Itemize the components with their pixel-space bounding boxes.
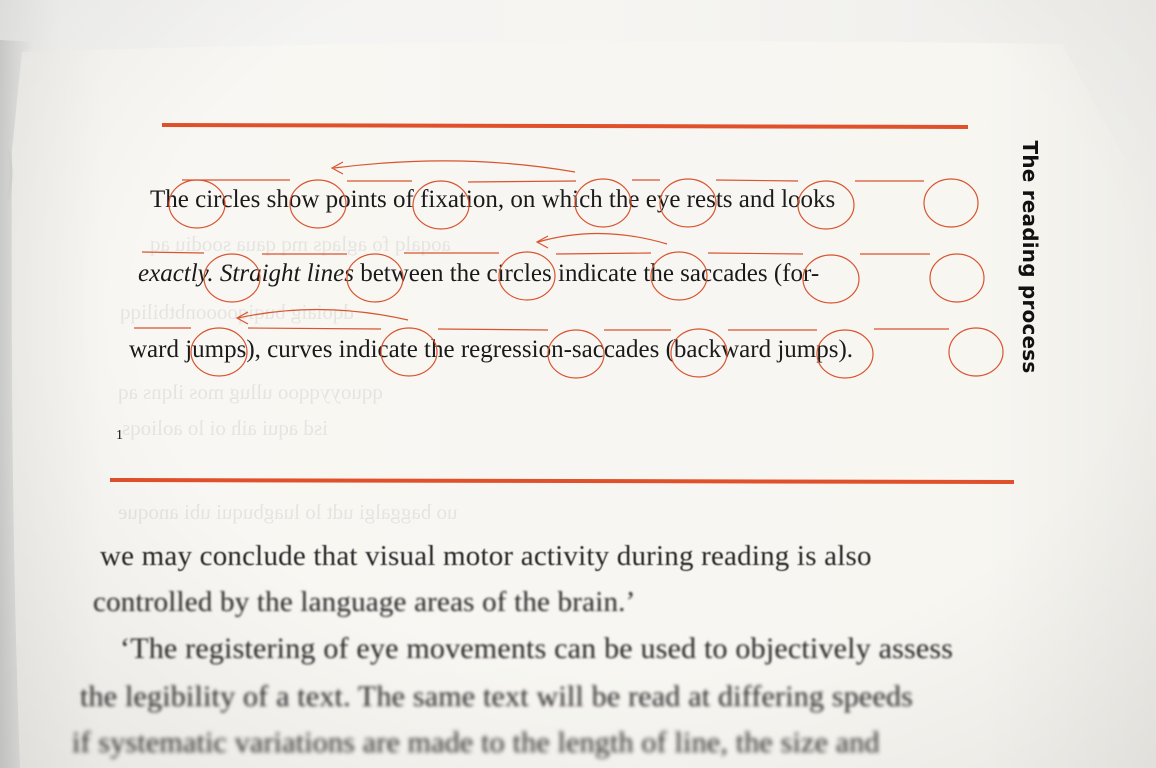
figure-number: 1 (116, 428, 123, 443)
caption-segment: The circles show points of fixation, on … (150, 186, 836, 213)
show-through-text: isd aqui aih oi lo aolioqs (122, 416, 328, 440)
caption-segment: exactly. Straight lines (138, 260, 354, 287)
body-text-line: we may conclude that visual motor activi… (100, 540, 872, 572)
show-through-text: dqoiaig buqiqoooonbtbiliqq (120, 300, 354, 324)
caption-segment: ward jumps), curves indicate the regress… (129, 336, 854, 363)
photo: The reading process aoqalq fo aglaqs mq … (0, 0, 1156, 768)
body-text-line: controlled by the language areas of the … (93, 586, 636, 618)
figure-caption-line-3: ward jumps), curves indicate the regress… (129, 336, 853, 364)
body-text-line: ‘The registering of eye movements can be… (120, 632, 954, 665)
show-through-text: uo baggalgi udt lo luagbuqui ubi anoque (118, 500, 458, 524)
caption-segment: between the circles indicate the saccade… (353, 260, 820, 287)
body-text-line: the legibility of a text. The same text … (80, 680, 914, 713)
figure-caption-line-1: The circles show points of fixation, on … (150, 186, 835, 214)
show-through-text: aoqalq fo aglaqs mq qaua soodiu aq (150, 232, 451, 256)
side-running-title: The reading process (1018, 140, 1042, 374)
body-text-line: if systematic variations are made to the… (72, 726, 880, 759)
show-through-text: qquoyyqqoo ullug mos ilqns aq (118, 380, 383, 404)
figure-caption-line-2: exactly. Straight lines between the circ… (138, 260, 819, 288)
